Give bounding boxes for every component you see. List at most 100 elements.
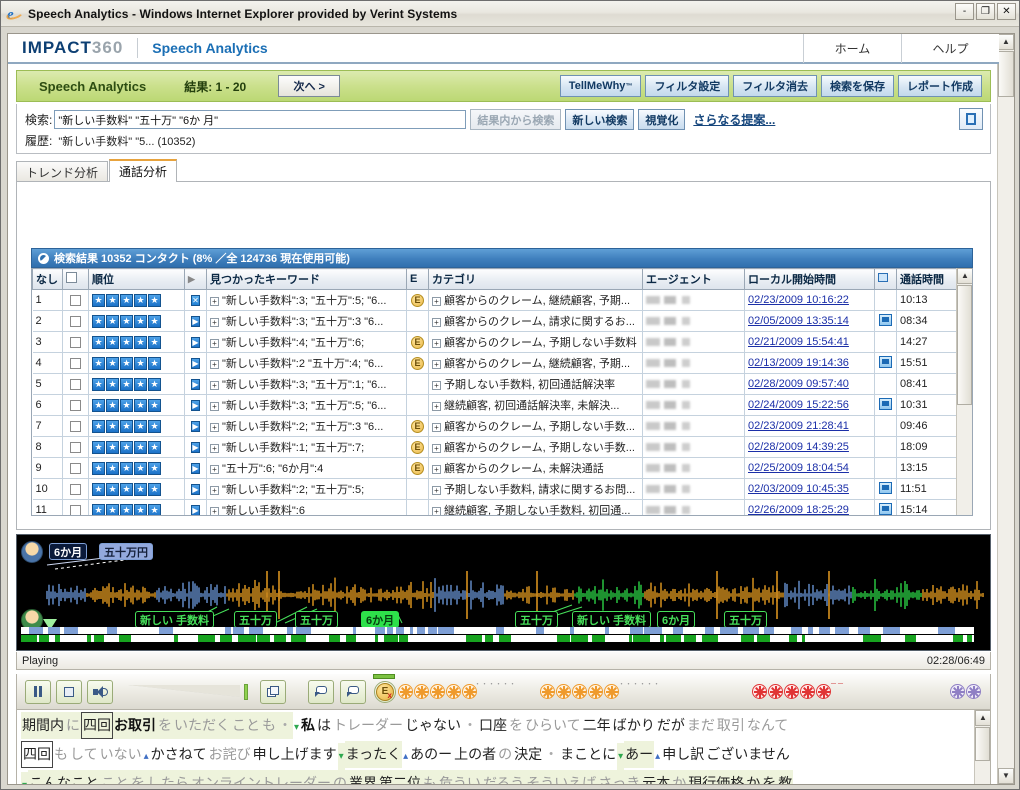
expand-icon[interactable]: + <box>210 464 219 474</box>
start-time-link[interactable]: 02/24/2009 15:22:56 <box>748 399 849 411</box>
transcript-panel[interactable]: 期間内に四回 お取引をいただく ことも・ ▾ 私はトレーダー じゃない・口座をひらいて 二年… <box>16 710 991 784</box>
play-icon[interactable]: ▶ <box>191 483 200 495</box>
start-time-link[interactable]: 02/03/2009 10:45:35 <box>748 483 849 495</box>
row-checkbox-cell[interactable] <box>62 436 89 458</box>
tab-call-analysis[interactable]: 通話分析 <box>109 159 178 182</box>
row-play-cell[interactable]: ▶ <box>184 310 207 332</box>
expand-icon[interactable]: + <box>432 338 441 348</box>
transcript-scroll-up[interactable]: ▲ <box>975 710 990 726</box>
add-comment-button[interactable] <box>308 679 334 704</box>
play-icon[interactable]: ▶ <box>191 420 200 432</box>
expand-icon[interactable]: + <box>210 422 219 432</box>
event-marker-icon[interactable] <box>966 684 981 699</box>
col-category[interactable]: カテゴリ <box>428 268 643 290</box>
transcript-word[interactable]: ▴ <box>142 743 150 770</box>
event-marker-icon[interactable] <box>398 684 413 699</box>
event-marker-icon[interactable] <box>414 684 429 699</box>
row-play-cell[interactable]: ▶ <box>184 415 207 437</box>
table-row[interactable]: 1 ★ ★ ★ ★ ★ ✕ + "新しい手数料":3; "五十万":5; "6... E + 顧客から… <box>32 289 958 311</box>
transcript-word[interactable]: まだ <box>685 712 716 739</box>
play-icon[interactable]: ▶ <box>191 462 200 474</box>
search-in-results-button[interactable]: 結果内から検索 <box>470 109 562 130</box>
col-start-time[interactable]: ローカル開始時間 <box>744 268 875 290</box>
transcript-word[interactable]: オンライントレーダー <box>190 770 333 784</box>
row-checkbox-cell[interactable] <box>62 373 89 395</box>
transcript-word[interactable]: 第二位 <box>378 770 423 784</box>
table-row[interactable]: 3 ★ ★ ★ ★ ★ ▶ + "新しい手数料":4; "五十万":6; E + 顧客からのクレーム,… <box>32 331 958 353</box>
visualize-button[interactable]: 視覚化 <box>638 109 686 130</box>
transcript-word[interactable]: したら <box>146 770 191 784</box>
table-row[interactable]: 6 ★ ★ ★ ★ ★ ▶ + "新しい手数料":3; "五十万":5; "6... + 継続顧客,… <box>32 394 958 416</box>
transcript-word[interactable]: だろう <box>482 770 526 784</box>
pause-button[interactable] <box>25 679 51 704</box>
waveform-keyword-bubble[interactable]: 6か月 <box>361 611 400 628</box>
volume-button[interactable] <box>87 679 113 704</box>
transcript-word[interactable]: して <box>69 741 99 768</box>
expand-icon[interactable]: + <box>210 317 219 327</box>
event-marker-icon[interactable] <box>816 684 831 699</box>
event-marker-icon[interactable] <box>540 684 555 699</box>
transcript-line[interactable]: 四回もして いない ▴ かさねて お詫び 申し上げます ▾ まったく ▴ あのー 上の者の決定・まこ… <box>21 741 971 770</box>
expand-icon[interactable]: + <box>432 380 441 390</box>
transcript-word[interactable]: 危うい <box>438 770 483 784</box>
transcript-word[interactable]: も <box>422 770 439 784</box>
transcript-word[interactable]: 元本 <box>641 770 672 784</box>
transcript-word[interactable]: 現行価格 <box>687 770 746 784</box>
clear-filter-button[interactable]: フィルタ消去 <box>733 75 817 97</box>
row-play-cell[interactable]: ▶ <box>184 478 207 500</box>
transcript-word[interactable]: ▾ <box>293 714 301 741</box>
transcript-word[interactable]: か <box>745 770 762 784</box>
transcript-word[interactable]: 口座 <box>478 712 509 739</box>
start-time-link[interactable]: 02/28/2009 14:39:25 <box>748 441 849 453</box>
transcript-word[interactable]: は <box>316 712 333 739</box>
home-link[interactable]: ホーム <box>803 34 901 63</box>
event-marker-icon[interactable] <box>800 684 815 699</box>
row-checkbox-cell[interactable] <box>62 352 89 374</box>
row-checkbox-cell[interactable] <box>62 499 89 515</box>
waveform-keyword-bubble[interactable]: 五十万 <box>234 611 277 628</box>
table-row[interactable]: 8 ★ ★ ★ ★ ★ ▶ + "新しい手数料":1; "五十万":7; E + 顧客からのクレーム,… <box>32 436 958 458</box>
table-row[interactable]: 7 ★ ★ ★ ★ ★ ▶ + "新しい手数料":2; "五十万":3 "6... E + 顧客からの… <box>32 415 958 437</box>
grid-scroll-up[interactable]: ▲ <box>957 268 972 284</box>
row-start-time[interactable]: 02/28/2009 14:39:25 <box>744 436 875 458</box>
transcript-word[interactable]: こと <box>231 712 261 739</box>
slider-knob[interactable] <box>244 683 248 700</box>
transcript-word[interactable]: そういえば <box>525 770 598 784</box>
panel-toggle-button[interactable] <box>959 108 983 130</box>
page-scrollbar[interactable]: ▲ ▼ <box>997 34 1014 784</box>
expand-icon[interactable]: + <box>432 317 441 327</box>
row-start-time[interactable]: 02/13/2009 19:14:36 <box>744 352 875 374</box>
scroll-up-arrow[interactable]: ▲ <box>998 34 1014 50</box>
transcript-word[interactable]: いない <box>98 741 143 768</box>
start-time-link[interactable]: 02/23/2009 10:16:22 <box>748 294 849 306</box>
expand-icon[interactable]: + <box>432 401 441 411</box>
marks-purple-group[interactable] <box>950 684 982 699</box>
row-start-time[interactable]: 02/23/2009 21:28:41 <box>744 415 875 437</box>
row-play-cell[interactable]: ▶ <box>184 499 207 515</box>
row-start-time[interactable]: 02/28/2009 09:57:40 <box>744 373 875 395</box>
waveform-keyword-bubble[interactable]: 五十万円 <box>99 543 153 560</box>
play-icon[interactable]: ▶ <box>191 315 200 327</box>
transcript-word[interactable]: 申し上げます <box>251 741 338 768</box>
grid-scroll-thumb[interactable] <box>957 285 972 405</box>
transcript-word[interactable]: ・ <box>543 741 560 768</box>
start-time-link[interactable]: 02/26/2009 18:25:29 <box>748 504 849 515</box>
volume-slider[interactable] <box>128 683 248 700</box>
expand-icon[interactable]: + <box>432 464 441 474</box>
marks-red-group[interactable]: －－ <box>752 681 844 699</box>
transcript-word[interactable]: なんて <box>745 712 790 739</box>
row-checkbox[interactable] <box>70 294 81 306</box>
transcript-word[interactable]: 取引 <box>715 712 746 739</box>
transcript-word[interactable]: か <box>671 770 688 784</box>
row-start-time[interactable]: 02/03/2009 10:45:35 <box>744 478 875 500</box>
row-play-cell[interactable]: ▶ <box>184 436 207 458</box>
col-emotion[interactable]: E <box>406 268 429 290</box>
transcript-word[interactable]: あのー <box>409 741 454 768</box>
transcript-word[interactable]: ▾ <box>21 772 29 784</box>
expand-icon[interactable]: + <box>210 506 219 515</box>
expand-icon[interactable]: + <box>210 338 219 348</box>
transcript-line[interactable]: ▾こんなことことをしたらオンライントレーダーの業界第二位も危ういだろうそういえば… <box>21 770 971 784</box>
row-checkbox[interactable] <box>70 357 81 369</box>
row-start-time[interactable]: 02/23/2009 10:16:22 <box>744 289 875 311</box>
transcript-word[interactable]: も <box>53 741 69 768</box>
